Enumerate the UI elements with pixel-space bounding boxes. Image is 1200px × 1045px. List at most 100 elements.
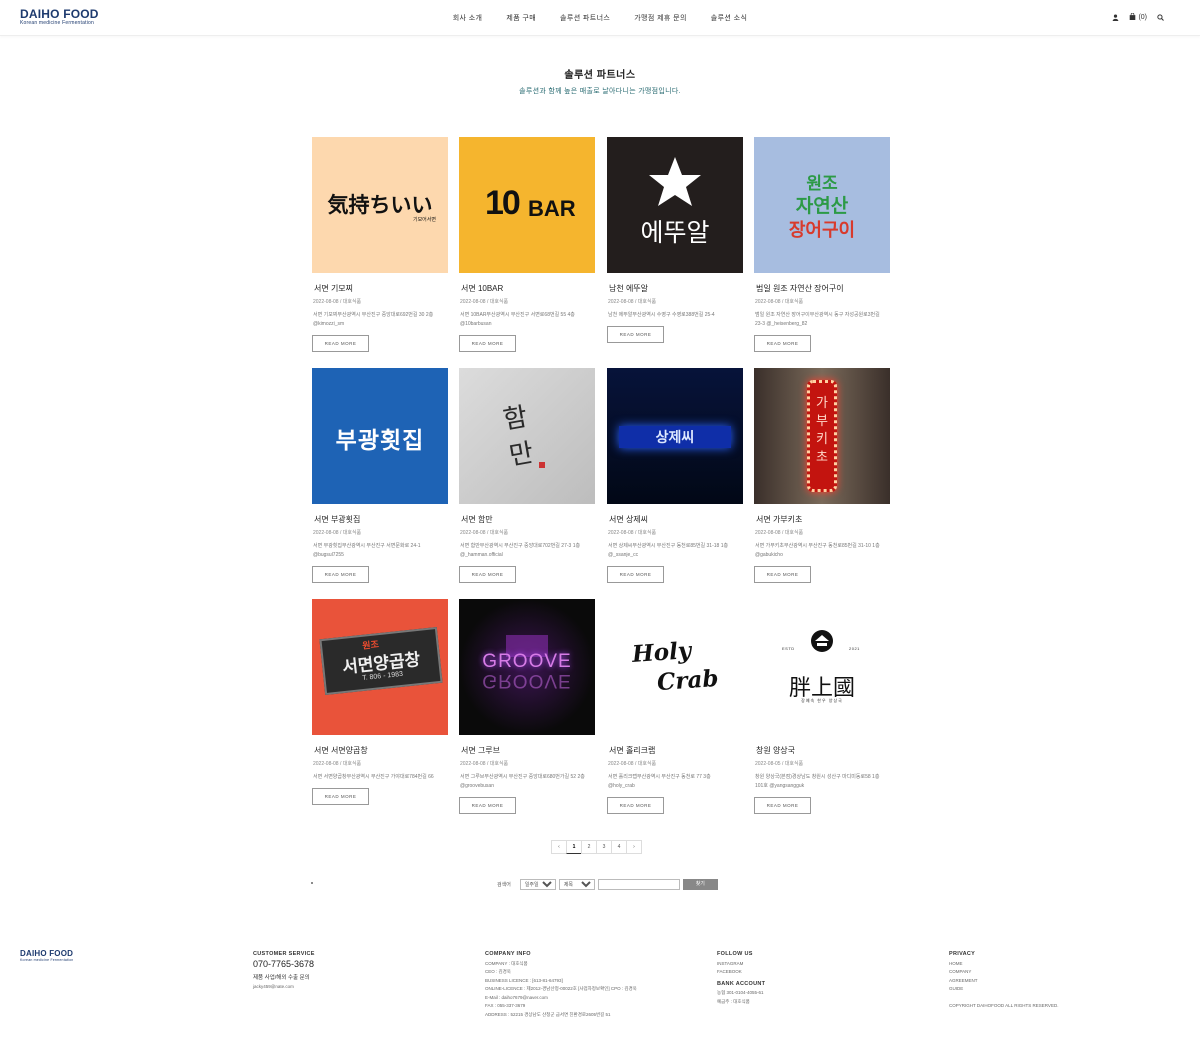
field-select[interactable]: 제목 xyxy=(558,879,595,890)
thumb-text: 10 xyxy=(485,184,521,222)
card-desc: 남천 에뚜알부산광역시 수영구 수영로388번길 25-4 xyxy=(608,312,715,318)
bank-line: 예금주 : 대호식품 xyxy=(717,998,750,1004)
thumb-sub: 기모어서면 xyxy=(412,217,436,223)
read-more-button[interactable]: READ MORE xyxy=(754,797,811,814)
thumb-text: 부광횟집 xyxy=(335,427,425,453)
read-more-button[interactable]: READ MORE xyxy=(607,566,664,583)
footer-heading: PRIVACY xyxy=(949,951,976,957)
read-more-button[interactable]: READ MORE xyxy=(754,335,811,352)
search-input[interactable] xyxy=(597,879,680,890)
partner-card: 함 만 서면 함만 2022-08-08 / 대호식품 서면 함만부산광역시 부… xyxy=(459,368,595,593)
card-title[interactable]: 서면 서면양곱창 xyxy=(312,745,448,756)
nav-item-news[interactable]: 솔루션 소식 xyxy=(711,13,748,23)
partner-image[interactable]: GROOVE GROOVE xyxy=(459,599,595,735)
page-button-3[interactable]: 3 xyxy=(596,840,612,854)
partner-image[interactable]: ESTD 2021 胖上國 장예숙 한우 양상국 xyxy=(754,599,890,735)
footer-link-company[interactable]: COMPANY xyxy=(949,968,1058,977)
page-button-2[interactable]: 2 xyxy=(581,840,597,854)
card-date: 2022-08-08 / 대호식품 xyxy=(313,299,362,305)
user-icon[interactable] xyxy=(1112,14,1119,21)
page-button-1[interactable]: 1 xyxy=(566,840,582,854)
footer-customer-service: CUSTOMER SERVICE 070-7765-3678 제품 사업/해외 … xyxy=(253,950,315,991)
card-date: 2022-08-08 / 대호식품 xyxy=(608,761,657,767)
read-more-button[interactable]: READ MORE xyxy=(312,788,369,805)
nav-item-partners[interactable]: 솔루션 파트너스 xyxy=(560,13,610,23)
card-title[interactable]: 범일 원조 자연산 장어구이 xyxy=(754,283,890,294)
next-page-button[interactable]: › xyxy=(626,840,642,854)
partner-image[interactable]: Holy Crab xyxy=(607,599,743,735)
partner-image[interactable]: 에뚜알 xyxy=(607,137,743,273)
partner-image[interactable]: 원조 자연산 장어구이 xyxy=(754,137,890,273)
thumb-sub: 만 xyxy=(506,437,536,471)
card-date: 2022-08-08 / 대호식품 xyxy=(460,530,509,536)
card-title[interactable]: 서면 가부키초 xyxy=(754,514,890,525)
card-title[interactable]: 서면 홀리크랩 xyxy=(607,745,743,756)
search-bar: 검색어 일주일 제목 찾기 xyxy=(497,879,718,890)
card-title[interactable]: 서면 그루브 xyxy=(459,745,595,756)
partner-image[interactable]: 원조 서면양곱창 T. 806 - 1983 xyxy=(312,599,448,735)
footer-logo[interactable]: DAIHO FOOD Korean medicine Fermentation xyxy=(20,950,73,963)
read-more-button[interactable]: READ MORE xyxy=(312,335,369,352)
thumb-sub: Crab xyxy=(656,664,720,697)
nav-item-franchise[interactable]: 가맹점 제휴 문의 xyxy=(634,13,687,23)
footer-link-home[interactable]: HOME xyxy=(949,960,1058,969)
footer-heading: FOLLOW US xyxy=(717,951,753,957)
customer-email[interactable]: jacky459@nate.com xyxy=(253,983,315,992)
footer-link-guide[interactable]: GUIDE xyxy=(949,985,1058,994)
prev-page-button[interactable]: ‹ xyxy=(551,840,567,854)
facebook-link[interactable]: FACEBOOK xyxy=(717,968,765,977)
card-title[interactable]: 서면 부광횟집 xyxy=(312,514,448,525)
nav-item-products[interactable]: 제품 구매 xyxy=(506,13,536,23)
nav-item-about[interactable]: 회사 소개 xyxy=(453,13,483,23)
partner-image[interactable]: 함 만 xyxy=(459,368,595,504)
read-more-button[interactable]: READ MORE xyxy=(754,566,811,583)
cart-button[interactable]: (0) xyxy=(1129,12,1147,22)
period-select[interactable]: 일주일 xyxy=(519,879,556,890)
card-title[interactable]: 서면 기모찌 xyxy=(312,283,448,294)
partner-image[interactable]: 気持ちいい 기모어서면 xyxy=(312,137,448,273)
footer-link-agreement[interactable]: AGREEMENT xyxy=(949,977,1058,986)
card-title[interactable]: 남천 에뚜알 xyxy=(607,283,743,294)
company-line: ADDRESS : 52215 경상남도 산청군 금서면 친환경로2605번길 … xyxy=(485,1011,611,1017)
card-title[interactable]: 서면 상제씨 xyxy=(607,514,743,525)
read-more-button[interactable]: READ MORE xyxy=(459,797,516,814)
copyright: COPYRIGHT DAIHOFOOD ALL RIGHTS RESERVED. xyxy=(949,1002,1059,1008)
site-header: DAIHO FOOD Korean medicine Fermentation … xyxy=(0,0,1200,36)
read-more-button[interactable]: READ MORE xyxy=(459,566,516,583)
card-date: 2022-08-05 / 대호식품 xyxy=(755,761,804,767)
partner-image[interactable]: 부광횟집 xyxy=(312,368,448,504)
card-desc: 서면 가부키초부산광역시 부산진구 동천로85번길 31-10 1층 @gabu… xyxy=(755,543,880,558)
thumb-text: 함 xyxy=(500,401,530,435)
partner-card: 원조 자연산 장어구이 범일 원조 자연산 장어구이 2022-08-08 / … xyxy=(754,137,890,362)
card-desc: 서면 부광횟집부산광역시 부산진구 서면문화로 24-1 @bugsul7255 xyxy=(313,543,421,558)
partner-card: 에뚜알 남천 에뚜알 2022-08-08 / 대호식품 남천 에뚜알부산광역시… xyxy=(607,137,743,362)
partner-card: 부광횟집 서면 부광횟집 2022-08-08 / 대호식품 서면 부광횟집부산… xyxy=(312,368,448,593)
page-button-4[interactable]: 4 xyxy=(611,840,627,854)
search-icon[interactable] xyxy=(1157,14,1164,21)
thumb-text: 気持ちいい xyxy=(327,192,433,217)
partner-image[interactable]: 상제씨 xyxy=(607,368,743,504)
footer-heading: COMPANY INFO xyxy=(485,951,531,957)
search-label: 검색어 xyxy=(497,882,511,888)
partner-card: ESTD 2021 胖上國 장예숙 한우 양상국 창원 양상국 2022-08-… xyxy=(754,599,890,824)
read-more-button[interactable]: READ MORE xyxy=(459,335,516,352)
instagram-link[interactable]: INSTAGRAM xyxy=(717,960,765,969)
emblem-icon xyxy=(811,630,833,652)
pagination: ‹ 1 2 3 4 › xyxy=(551,840,642,854)
thumb-year: 2021 xyxy=(849,646,860,651)
read-more-button[interactable]: READ MORE xyxy=(607,797,664,814)
thumb-text: 가부키초 xyxy=(816,395,828,464)
card-title[interactable]: 서면 함만 xyxy=(459,514,595,525)
read-more-button[interactable]: READ MORE xyxy=(607,326,664,343)
partner-image[interactable]: 10 BAR xyxy=(459,137,595,273)
partner-image[interactable]: 가부키초 xyxy=(754,368,890,504)
card-title[interactable]: 서면 10BAR xyxy=(459,283,595,294)
search-button[interactable]: 찾기 xyxy=(682,879,718,890)
footer-brand-name: DAIHO FOOD xyxy=(20,949,74,958)
partner-card: Holy Crab 서면 홀리크랩 2022-08-08 / 대호식품 서면 홀… xyxy=(607,599,743,824)
partner-card: GROOVE GROOVE 서면 그루브 2022-08-08 / 대호식품 서… xyxy=(459,599,595,824)
card-title[interactable]: 창원 양상국 xyxy=(754,745,890,756)
read-more-button[interactable]: READ MORE xyxy=(312,566,369,583)
site-footer: DAIHO FOOD Korean medicine Fermentation … xyxy=(0,945,1200,1045)
footer-follow: FOLLOW US INSTAGRAM FACEBOOK BANK ACCOUN… xyxy=(717,950,765,1006)
